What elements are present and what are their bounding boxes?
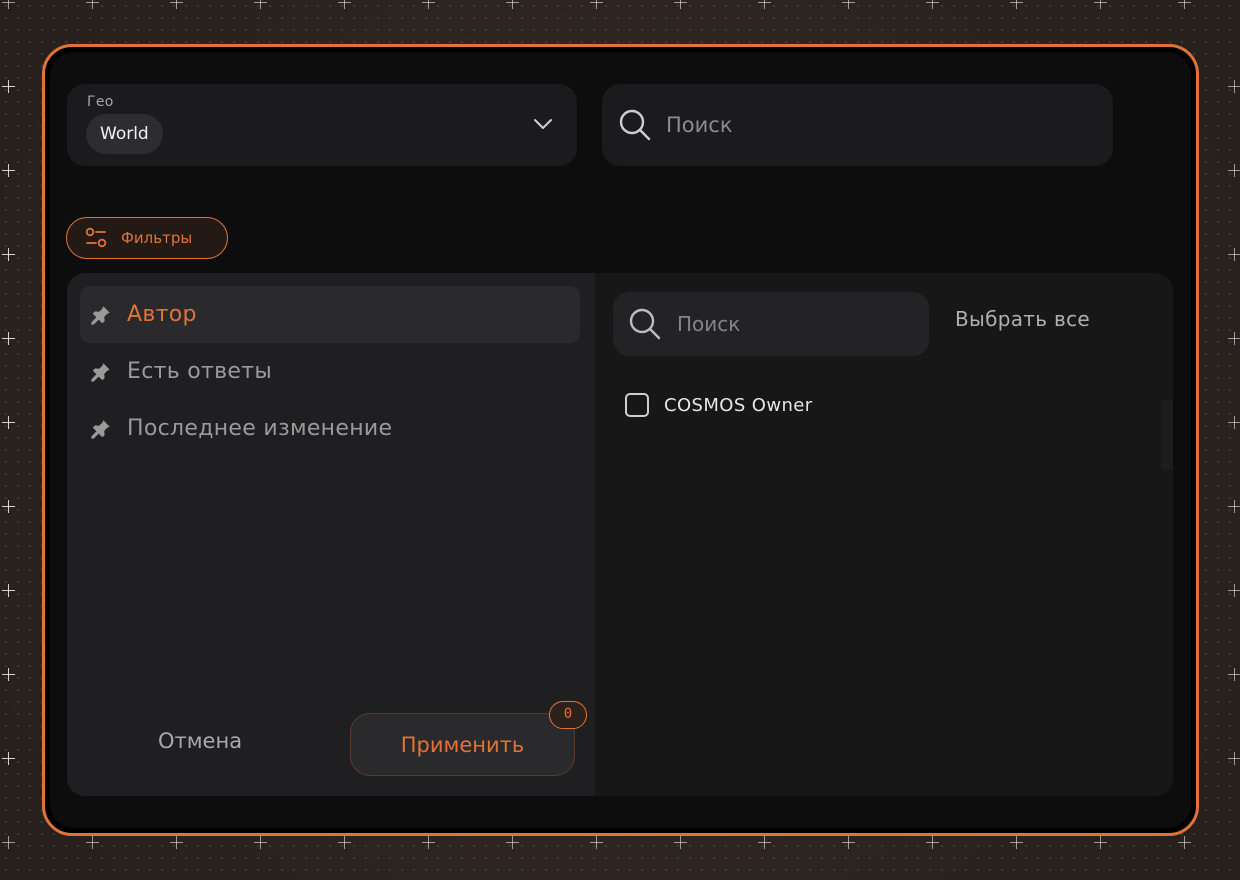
plus-mark [2,0,15,9]
plus-mark [2,416,15,429]
option-item[interactable]: COSMOS Owner [625,393,813,417]
top-search-input[interactable] [666,106,1086,144]
filter-item-last-modified[interactable]: Последнее изменение [80,400,580,457]
plus-mark [1228,752,1240,765]
plus-mark [1010,0,1023,9]
plus-mark [2,164,15,177]
plus-mark [842,0,855,9]
filter-category-panel: Автор Есть ответы Последнее изменение От… [67,273,595,796]
plus-mark [2,668,15,681]
filter-item-author[interactable]: Автор [80,286,580,343]
option-checkbox[interactable] [625,393,649,417]
plus-mark [506,836,519,849]
plus-mark [842,836,855,849]
plus-mark [338,0,351,9]
filter-item-has-replies[interactable]: Есть ответы [80,343,580,400]
pin-icon[interactable] [90,418,112,440]
plus-mark [674,836,687,849]
plus-mark [1228,500,1240,513]
plus-mark [2,332,15,345]
options-search-input[interactable] [677,306,917,342]
filter-item-label: Автор [127,302,197,327]
plus-mark [2,332,15,345]
plus-mark [2,500,15,513]
plus-mark [2,584,15,597]
plus-mark [2,416,15,429]
geo-select[interactable]: Гео World [67,84,577,166]
plus-mark [170,0,183,9]
pin-icon[interactable] [90,304,112,326]
plus-mark [590,836,603,849]
plus-mark [1094,0,1107,9]
plus-mark [2,584,15,597]
plus-mark [2,80,15,93]
sliders-icon [85,227,107,248]
plus-mark [2,164,15,177]
plus-mark [926,836,939,849]
apply-button[interactable]: Применить [350,713,575,776]
pin-icon[interactable] [90,361,112,383]
plus-mark [2,500,15,513]
plus-mark [2,248,15,261]
plus-mark [506,0,519,9]
plus-mark [2,836,15,849]
plus-mark [1228,584,1240,597]
filter-dialog: Гео World Фильтры [50,52,1191,828]
plus-mark [758,0,771,9]
plus-mark [254,836,267,849]
filter-dialog-frame: Гео World Фильтры [42,44,1199,836]
geo-label: Гео [87,94,114,110]
plus-mark [590,0,603,9]
select-all-button[interactable]: Выбрать все [955,307,1090,331]
plus-mark [758,836,771,849]
plus-mark [2,752,15,765]
filters-button[interactable]: Фильтры [66,217,228,259]
apply-count-badge: 0 [549,701,587,729]
plus-mark [170,836,183,849]
plus-mark [1228,80,1240,93]
plus-mark [86,0,99,9]
plus-mark [422,836,435,849]
top-search-box[interactable] [602,84,1113,166]
plus-mark [2,248,15,261]
option-label: COSMOS Owner [664,394,813,416]
filter-item-label: Последнее изменение [127,416,393,441]
cancel-button[interactable]: Отмена [135,713,265,769]
plus-mark [1178,836,1191,849]
plus-mark [1228,164,1240,177]
plus-mark [1228,248,1240,261]
filter-options-panel: Выбрать все COSMOS Owner [595,273,1173,796]
plus-mark [2,752,15,765]
plus-mark [674,0,687,9]
plus-mark [2,668,15,681]
plus-mark [86,836,99,849]
search-icon [629,308,661,340]
plus-mark [1228,668,1240,681]
plus-mark [254,0,267,9]
plus-mark [422,0,435,9]
search-icon [619,109,651,141]
plus-mark [1228,332,1240,345]
plus-mark [338,836,351,849]
geo-selected-chip[interactable]: World [86,114,163,154]
plus-mark [1178,0,1191,9]
plus-mark [1094,836,1107,849]
plus-mark [926,0,939,9]
scrollbar-track[interactable] [1161,400,1173,470]
options-search-box[interactable] [613,292,929,356]
filters-button-label: Фильтры [121,229,193,247]
plus-mark [1228,416,1240,429]
plus-mark [2,80,15,93]
filter-item-label: Есть ответы [127,359,273,384]
plus-mark [1010,836,1023,849]
chevron-down-icon[interactable] [531,112,555,136]
